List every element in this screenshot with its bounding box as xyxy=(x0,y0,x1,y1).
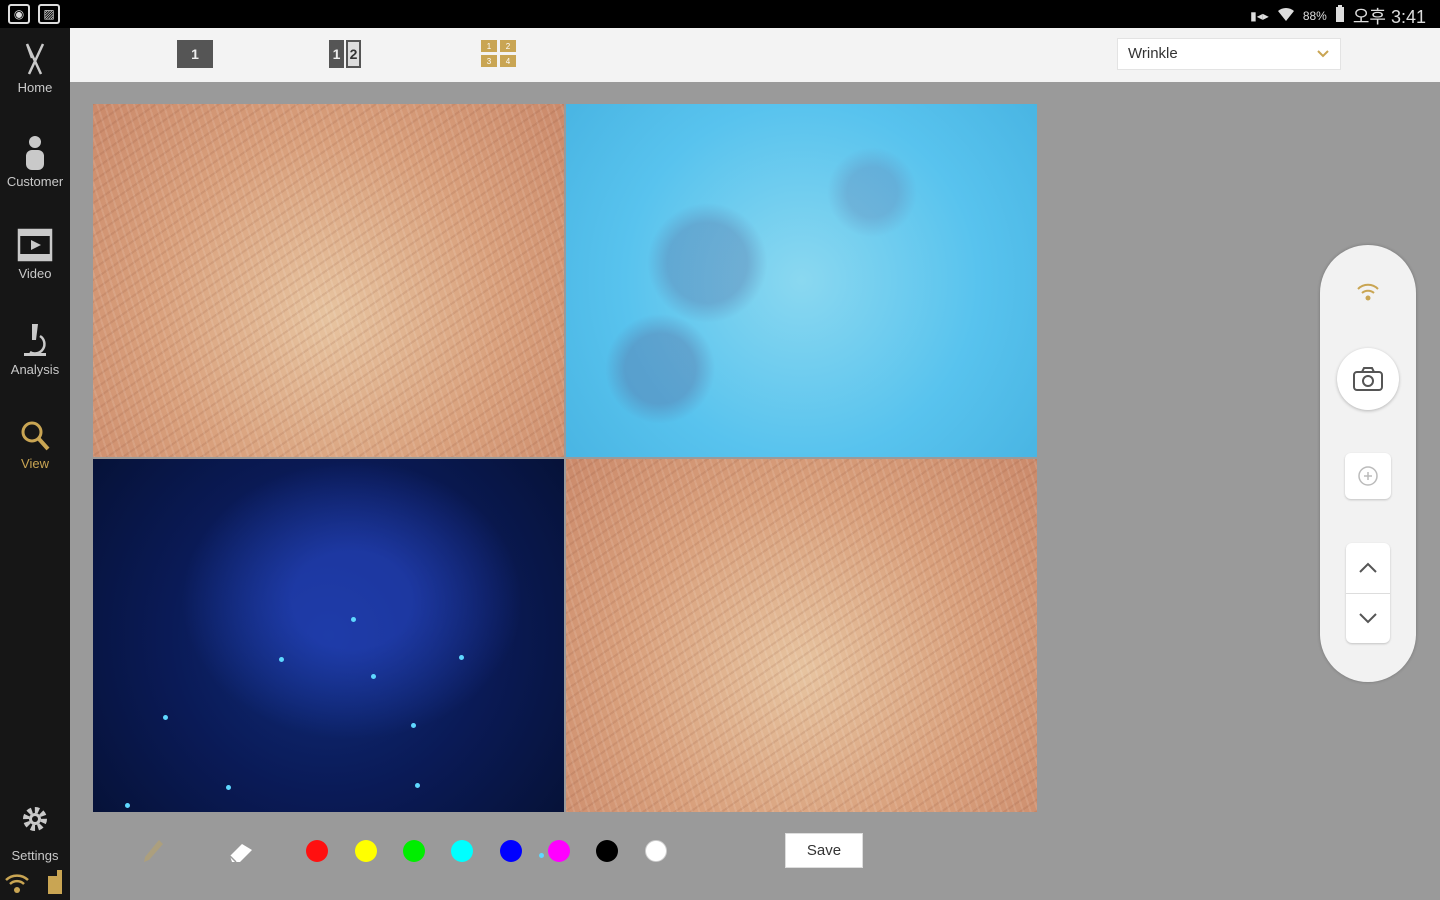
chevron-down-icon xyxy=(1359,613,1377,624)
sidebar-item-view[interactable]: View xyxy=(0,420,70,471)
magnifier-icon xyxy=(21,421,50,451)
mode-select-value: Wrinkle xyxy=(1128,45,1178,62)
sidebar-item-video[interactable]: Video xyxy=(0,228,70,281)
sidebar-item-customer[interactable]: Customer xyxy=(0,134,70,189)
sidebar-item-label: Analysis xyxy=(10,362,60,377)
film-icon xyxy=(17,228,53,262)
layout-cell: 4 xyxy=(500,55,516,67)
sidebar-item-label: Home xyxy=(17,80,53,95)
sidebar-item-settings[interactable]: Settings xyxy=(0,804,70,863)
focus-button[interactable] xyxy=(1345,453,1391,499)
sidebar-item-label: Customer xyxy=(6,174,64,189)
save-button[interactable]: Save xyxy=(785,833,863,868)
layout-quad-button[interactable]: 1 2 3 4 xyxy=(481,40,516,70)
layout-quad-grid: 1 2 3 4 xyxy=(481,40,516,70)
color-swatch-cyan[interactable] xyxy=(451,840,473,862)
tweezers-icon xyxy=(25,43,45,75)
vibrate-icon: ▮◂▸ xyxy=(1250,9,1269,23)
sidebar-item-label: View xyxy=(21,456,49,471)
color-swatch-blue[interactable] xyxy=(500,840,522,862)
image-grid xyxy=(93,104,1038,858)
layout-cell: 1 xyxy=(481,40,497,52)
layout-double-button[interactable]: 1 2 xyxy=(329,40,361,70)
status-bar: ◉ ▨ ▮◂▸ 88% 오후 3:41 xyxy=(0,0,1440,28)
color-swatch-green[interactable] xyxy=(403,840,425,862)
color-swatch-black[interactable] xyxy=(596,840,618,862)
sidebar-item-label: Settings xyxy=(11,848,59,863)
image-panel-4[interactable] xyxy=(566,459,1037,812)
color-swatch-red[interactable] xyxy=(306,840,328,862)
layout-cell: 2 xyxy=(346,40,361,68)
color-swatch-yellow[interactable] xyxy=(355,840,377,862)
chevron-up-icon xyxy=(1359,562,1377,573)
capture-panel xyxy=(1320,245,1416,682)
person-icon xyxy=(26,136,44,170)
layout-single-button[interactable]: 1 xyxy=(177,40,213,70)
layout-cell: 3 xyxy=(481,55,497,67)
battery-level: 88% xyxy=(1302,9,1327,23)
microscope-icon xyxy=(24,324,46,356)
sidebar-item-label: Video xyxy=(18,266,52,281)
color-swatch-white[interactable] xyxy=(645,840,667,862)
image-panel-2[interactable] xyxy=(566,104,1037,457)
layout-cell: 2 xyxy=(500,40,516,52)
camera-icon xyxy=(1353,367,1383,391)
color-swatch-magenta[interactable] xyxy=(548,840,570,862)
gallery-icon: ▨ xyxy=(38,4,60,24)
layout-cell: 1 xyxy=(177,40,213,68)
layout-cell: 1 xyxy=(329,40,344,68)
pencil-icon[interactable] xyxy=(141,836,165,866)
wifi-signal-icon xyxy=(1357,283,1379,301)
wifi-signal-icon xyxy=(5,874,29,893)
image-panel-3[interactable] xyxy=(93,459,564,858)
sidebar-item-analysis[interactable]: Analysis xyxy=(0,322,70,377)
chevron-down-icon xyxy=(1317,50,1329,58)
camera-app-icon: ◉ xyxy=(8,4,30,24)
sidebar-item-home[interactable]: Home xyxy=(0,42,70,95)
sidebar: Home Customer Video Analysis View Settin… xyxy=(0,28,70,900)
stepper xyxy=(1346,543,1390,643)
battery-icon xyxy=(1335,4,1345,28)
down-button[interactable] xyxy=(1346,592,1390,644)
clock: 오후 3:41 xyxy=(1352,7,1426,27)
eraser-icon[interactable] xyxy=(226,836,256,866)
wifi-icon xyxy=(1277,6,1295,27)
capture-button[interactable] xyxy=(1337,348,1399,410)
drawing-toolbar: Save xyxy=(93,828,1038,876)
device-icon xyxy=(48,870,62,894)
up-button[interactable] xyxy=(1346,543,1390,593)
toolbar: 1 1 2 1 2 3 4 Wrinkle xyxy=(70,28,1440,82)
mode-select[interactable]: Wrinkle xyxy=(1117,38,1341,70)
gear-icon xyxy=(23,807,47,831)
focus-icon xyxy=(1358,466,1378,486)
image-panel-1[interactable] xyxy=(93,104,564,457)
